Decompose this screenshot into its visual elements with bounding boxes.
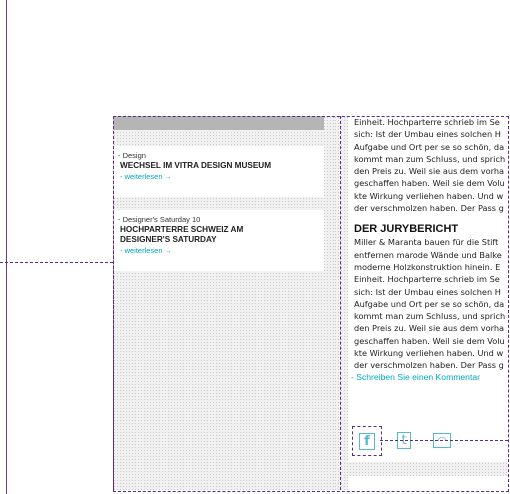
guide-line-vertical-left — [6, 0, 7, 494]
layout-frame — [113, 116, 509, 492]
guide-line-column-divider — [340, 116, 341, 490]
guide-line-sidebar-left — [113, 116, 114, 490]
guide-line-horizontal-left — [0, 262, 118, 263]
